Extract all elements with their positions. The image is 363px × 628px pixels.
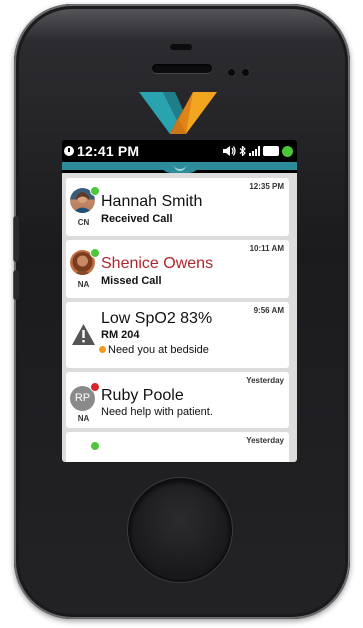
pull-down-tab[interactable] [160, 162, 200, 173]
presence-busy-icon [90, 382, 100, 392]
status-time: 12:41 PM [77, 143, 140, 159]
battery-icon [263, 146, 279, 156]
contact-name: Shenice Owens [101, 255, 214, 272]
signal-icon [249, 146, 260, 156]
list-item[interactable]: 12:35 PM CN Hannah Smith Received Call [66, 178, 289, 236]
warning-icon [72, 324, 95, 345]
side-button[interactable] [13, 216, 19, 262]
list-item[interactable]: 10:11 AM NA Shenice Owens Missed Call [66, 240, 289, 298]
ear-slot [170, 44, 192, 50]
avatar-initials: NA [77, 280, 90, 289]
vocera-logo-icon [139, 92, 217, 134]
status-bar: 12:41 PM [62, 140, 297, 162]
call-status: Received Call [101, 213, 173, 225]
device-screen: 12:41 PM 12:35 PM CN Hannah Smith Receiv… [62, 140, 297, 462]
contact-name: Hannah Smith [101, 193, 203, 210]
side-button-lower[interactable] [13, 270, 19, 300]
message-time: Yesterday [246, 436, 284, 445]
sensor-icon [242, 69, 249, 76]
camera-icon [228, 69, 235, 76]
avatar-initials: CN [77, 218, 90, 227]
alert-room: RM 204 [101, 329, 140, 341]
avatar-text: RP [74, 392, 91, 404]
message-time: 12:35 PM [249, 182, 284, 191]
alert-detail-line: Need you at bedside [99, 344, 209, 356]
message-time: 9:56 AM [253, 306, 284, 315]
list-item[interactable]: Yesterday [66, 432, 289, 462]
contact-name: Ruby Poole [101, 387, 184, 404]
message-list[interactable]: 12:35 PM CN Hannah Smith Received Call 1… [62, 173, 297, 462]
message-time: 10:11 AM [249, 244, 284, 253]
alert-title: Low SpO2 83% [101, 310, 213, 327]
list-item[interactable]: Yesterday RP NA Ruby Poole Need help wit… [66, 372, 289, 428]
presence-icon[interactable] [282, 145, 293, 157]
clock-icon [64, 146, 74, 156]
speaker-grille [152, 64, 212, 73]
presence-available-icon [90, 248, 100, 258]
alert-status-icon [99, 346, 106, 353]
message-time: Yesterday [246, 376, 284, 385]
home-button[interactable] [130, 480, 230, 580]
message-preview: Need help with patient. [101, 406, 213, 418]
status-icons [223, 145, 293, 157]
presence-available-icon [90, 441, 100, 451]
list-item-alert[interactable]: 9:56 AM Low SpO2 83% RM 204 Need you at … [66, 302, 289, 368]
call-status: Missed Call [101, 275, 162, 287]
alert-detail: Need you at bedside [108, 344, 209, 356]
presence-available-icon [90, 186, 100, 196]
avatar-initials: NA [77, 414, 90, 423]
bluetooth-icon [239, 146, 246, 156]
speaker-icon [223, 146, 236, 156]
